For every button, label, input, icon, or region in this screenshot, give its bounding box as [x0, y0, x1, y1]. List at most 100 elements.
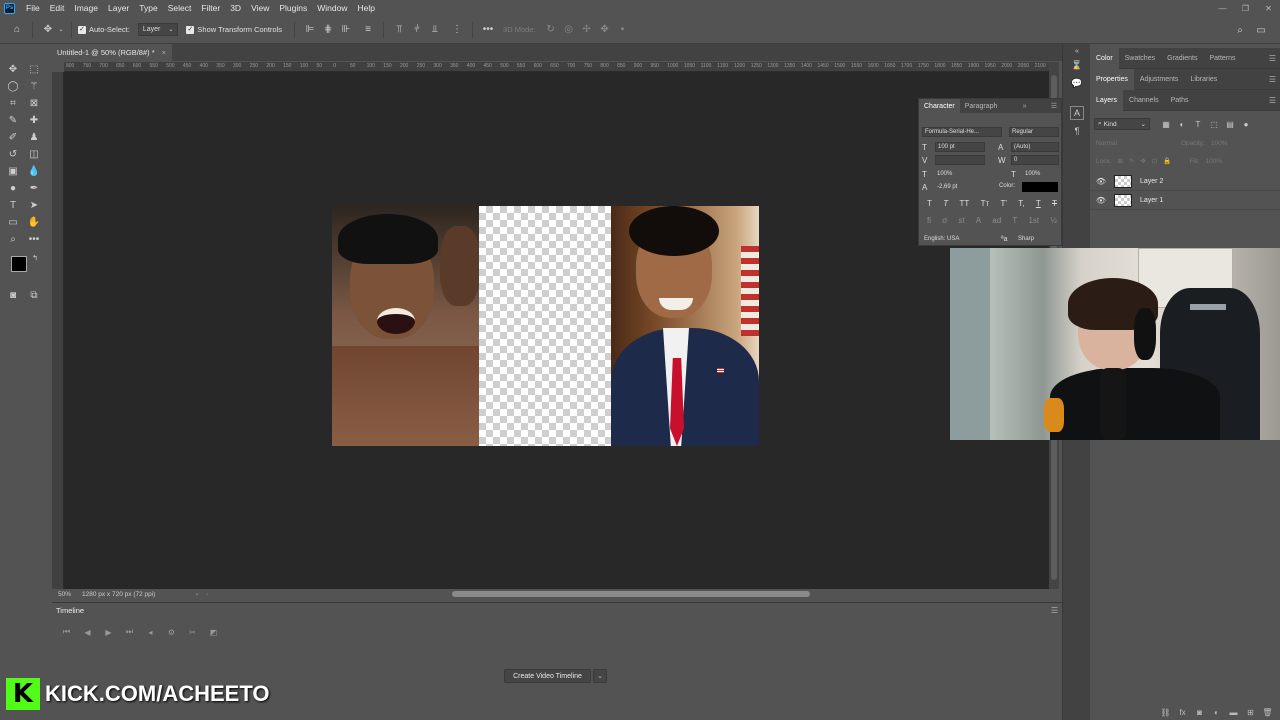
underline-icon[interactable]: T [1036, 199, 1041, 208]
zoom-tool-icon[interactable]: ⌕ [5, 232, 21, 248]
filter-adjustment-icon[interactable]: ◐ [1174, 118, 1190, 130]
transition-icon[interactable]: ◩ [203, 624, 224, 640]
minimize-button[interactable]: — [1211, 0, 1234, 16]
frame-tool-icon[interactable]: ⊠ [26, 96, 42, 112]
quick-mask-icon[interactable]: ◙ [5, 288, 21, 304]
layer-name[interactable]: Layer 1 [1140, 197, 1163, 204]
leading-field[interactable]: (Auto) [1011, 142, 1059, 152]
audio-icon[interactable]: ◂ [140, 624, 161, 640]
distribute-icon[interactable]: ≡ [359, 21, 377, 39]
visibility-eye-icon[interactable]: 👁 [1090, 177, 1108, 186]
text-color-swatch[interactable] [1022, 182, 1058, 192]
eyedropper-icon[interactable]: ✎ [5, 113, 21, 129]
menu-window[interactable]: Window [312, 0, 352, 16]
chevron-down-icon[interactable]: ⌄ [593, 669, 607, 683]
search-icon[interactable]: ⌕ [1231, 21, 1249, 39]
document-info[interactable]: 1280 px x 720 px (72 ppi) [82, 591, 182, 598]
pen-tool-icon[interactable]: ✒ [26, 181, 42, 197]
auto-select-checkbox[interactable]: ✓ Auto-Select: [78, 25, 130, 34]
menu-type[interactable]: Type [134, 0, 162, 16]
healing-brush-icon[interactable]: ✚ [26, 113, 42, 129]
small-caps-icon[interactable]: Tт [981, 199, 990, 208]
marquee-tool-icon[interactable]: ⬚ [26, 62, 42, 78]
crop-tool-icon[interactable]: ⌗ [5, 96, 21, 112]
all-caps-icon[interactable]: TT [959, 199, 969, 208]
panel-menu-icon[interactable]: ☰ [1051, 606, 1058, 615]
discretionary-ligatures-icon[interactable]: st [958, 216, 964, 225]
lock-options-icon[interactable]: ⊠✎✥⊡🔒 [1118, 157, 1178, 165]
path-selection-icon[interactable]: ➤ [26, 198, 42, 214]
paragraph-panel-icon[interactable]: ¶ [1070, 124, 1084, 138]
restore-button[interactable]: ❐ [1234, 0, 1257, 16]
font-size-field[interactable]: 100 pt [935, 142, 985, 152]
split-scissors-icon[interactable]: ✂ [182, 624, 203, 640]
previous-frame-icon[interactable]: ◀ [77, 624, 98, 640]
filter-pixel-icon[interactable]: ▦ [1158, 118, 1174, 130]
tab-color[interactable]: Color [1090, 47, 1119, 69]
layer-row[interactable]: 👁 Layer 2 [1090, 172, 1280, 191]
new-group-icon[interactable]: ▬ [1225, 708, 1242, 717]
menu-filter[interactable]: Filter [196, 0, 225, 16]
tab-channels[interactable]: Channels [1123, 90, 1165, 111]
align-bottom-icon[interactable]: ⫫ [426, 21, 444, 39]
layer-kind-filter[interactable]: ⌕ Kind ⌄ [1094, 118, 1150, 130]
titling-alternates-icon[interactable]: T [1012, 216, 1017, 225]
photoshop-logo-icon[interactable]: Ps [4, 2, 15, 14]
strikethrough-icon[interactable]: T [1052, 199, 1057, 208]
close-document-icon[interactable]: × [162, 48, 166, 57]
more-options-icon[interactable]: ••• [479, 21, 497, 39]
brush-tool-icon[interactable]: ✐ [5, 130, 21, 146]
faux-bold-icon[interactable]: T [927, 199, 932, 208]
menu-view[interactable]: View [246, 0, 274, 16]
menu-edit[interactable]: Edit [45, 0, 70, 16]
swap-colors-icon[interactable]: ↰ [30, 253, 40, 263]
move-tool-icon[interactable]: ✥ [39, 21, 57, 39]
history-icon[interactable]: ⌛ [1070, 58, 1084, 72]
comments-icon[interactable]: 💬 [1070, 76, 1084, 90]
delete-layer-icon[interactable]: 🗑 [1259, 708, 1276, 717]
gradient-tool-icon[interactable]: ▣ [5, 164, 21, 180]
home-icon[interactable]: ⌂ [8, 21, 26, 39]
go-to-first-frame-icon[interactable]: ⏮ [56, 624, 77, 640]
foreground-color-swatch[interactable] [11, 256, 27, 272]
tab-gradients[interactable]: Gradients [1161, 48, 1203, 69]
tab-layers[interactable]: Layers [1090, 89, 1124, 111]
tab-character[interactable]: Character [919, 99, 960, 113]
magic-wand-icon[interactable]: ⚚ [26, 79, 42, 95]
tab-properties[interactable]: Properties [1090, 68, 1134, 90]
screen-mode-icon[interactable]: ⧉ [26, 288, 42, 304]
stylistic-alternates-icon[interactable]: ad [992, 216, 1001, 225]
document-tab[interactable]: Untitled-1 @ 50% (RGB/8#) * × [52, 44, 172, 61]
faux-italic-icon[interactable]: T [943, 199, 948, 208]
menu-3d[interactable]: 3D [225, 0, 246, 16]
stamp-tool-icon[interactable]: ♟ [26, 130, 42, 146]
tab-adjustments[interactable]: Adjustments [1134, 69, 1185, 90]
filter-smart-object-icon[interactable]: ▤ [1222, 118, 1238, 130]
tab-swatches[interactable]: Swatches [1119, 48, 1161, 69]
blend-mode-dropdown[interactable]: Normal [1096, 140, 1181, 147]
lasso-tool-icon[interactable]: ◯ [5, 79, 21, 95]
settings-gear-icon[interactable]: ⚙ [161, 624, 182, 640]
panel-menu-icon[interactable]: ☰ [1269, 75, 1276, 84]
show-transform-controls-checkbox[interactable]: ✓ Show Transform Controls [186, 25, 282, 34]
contextual-alternates-icon[interactable]: σ [942, 216, 947, 225]
create-video-timeline-button[interactable]: Create Video Timeline [504, 669, 591, 683]
tab-libraries[interactable]: Libraries [1184, 69, 1223, 90]
menu-layer[interactable]: Layer [103, 0, 134, 16]
menu-image[interactable]: Image [69, 0, 103, 16]
visibility-eye-icon[interactable]: 👁 [1090, 196, 1108, 205]
language-dropdown[interactable]: English: USA [922, 234, 998, 244]
chevron-right-icon[interactable]: › [196, 591, 198, 598]
filter-shape-icon[interactable]: ⬚ [1206, 118, 1222, 130]
ordinals-icon[interactable]: 1st [1028, 216, 1039, 225]
timeline-tab[interactable]: Timeline [52, 603, 92, 617]
filter-toggle-icon[interactable]: ● [1238, 118, 1254, 130]
tab-patterns[interactable]: Patterns [1203, 48, 1241, 69]
subscript-icon[interactable]: T, [1018, 199, 1024, 208]
layer-name[interactable]: Layer 2 [1140, 178, 1163, 185]
close-button[interactable]: ✕ [1257, 0, 1280, 16]
vertical-scale-field[interactable]: 100% [935, 169, 985, 179]
panel-menu-icon[interactable]: ☰ [1269, 54, 1276, 63]
play-icon[interactable]: ▶ [98, 624, 119, 640]
type-tool-icon[interactable]: T [5, 198, 21, 214]
